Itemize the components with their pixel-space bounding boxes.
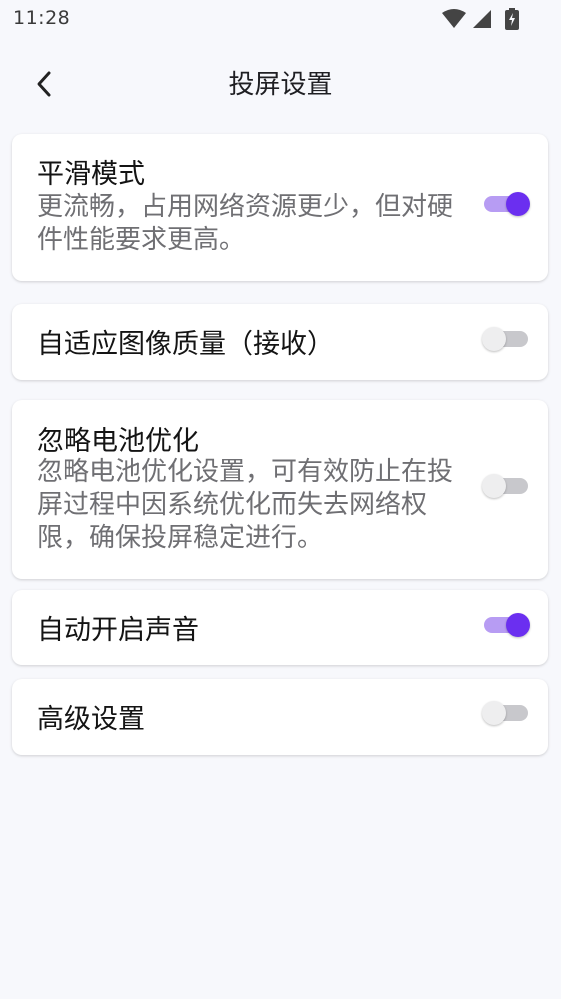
auto-sound-toggle[interactable] — [484, 610, 532, 640]
setting-card-ignore-battery-optimization: 忽略电池优化 忽略电池优化设置，可有效防止在投屏过程中因系统优化而失去网络权限，… — [12, 400, 548, 579]
battery-charging-icon — [505, 8, 519, 30]
status-icons — [441, 8, 521, 30]
adaptive-quality-toggle[interactable] — [482, 324, 532, 354]
setting-card-smooth-mode: 平滑模式 更流畅，占用网络资源更少，但对硬件性能要求更高。 — [12, 134, 548, 281]
ignore-battery-optimization-toggle[interactable] — [482, 471, 532, 501]
setting-card-advanced-settings: 高级设置 — [12, 679, 548, 755]
cellular-signal-icon — [473, 10, 491, 28]
setting-card-auto-sound: 自动开启声音 — [12, 590, 548, 665]
setting-description: 更流畅，占用网络资源更少，但对硬件性能要求更高。 — [37, 192, 454, 255]
setting-title: 自动开启声音 — [37, 615, 199, 646]
setting-card-adaptive-quality: 自适应图像质量（接收） — [12, 304, 548, 380]
setting-title: 忽略电池优化 — [37, 426, 199, 457]
toggle-thumb — [482, 474, 506, 498]
toggle-thumb — [482, 327, 506, 351]
setting-title: 高级设置 — [37, 704, 145, 735]
advanced-settings-toggle[interactable] — [482, 698, 532, 728]
setting-title: 平滑模式 — [37, 159, 145, 190]
toggle-thumb — [506, 192, 530, 216]
toggle-thumb — [506, 613, 530, 637]
app-bar: 投屏设置 — [0, 52, 561, 112]
wifi-icon — [442, 9, 466, 28]
status-bar: 11:28 — [0, 0, 561, 40]
setting-description: 忽略电池优化设置，可有效防止在投屏过程中因系统优化而失去网络权限，确保投屏稳定进… — [37, 457, 454, 553]
smooth-mode-toggle[interactable] — [484, 189, 532, 219]
setting-title: 自适应图像质量（接收） — [37, 329, 334, 360]
toggle-thumb — [482, 701, 506, 725]
page-title: 投屏设置 — [228, 70, 333, 100]
status-time: 11:28 — [13, 7, 71, 29]
